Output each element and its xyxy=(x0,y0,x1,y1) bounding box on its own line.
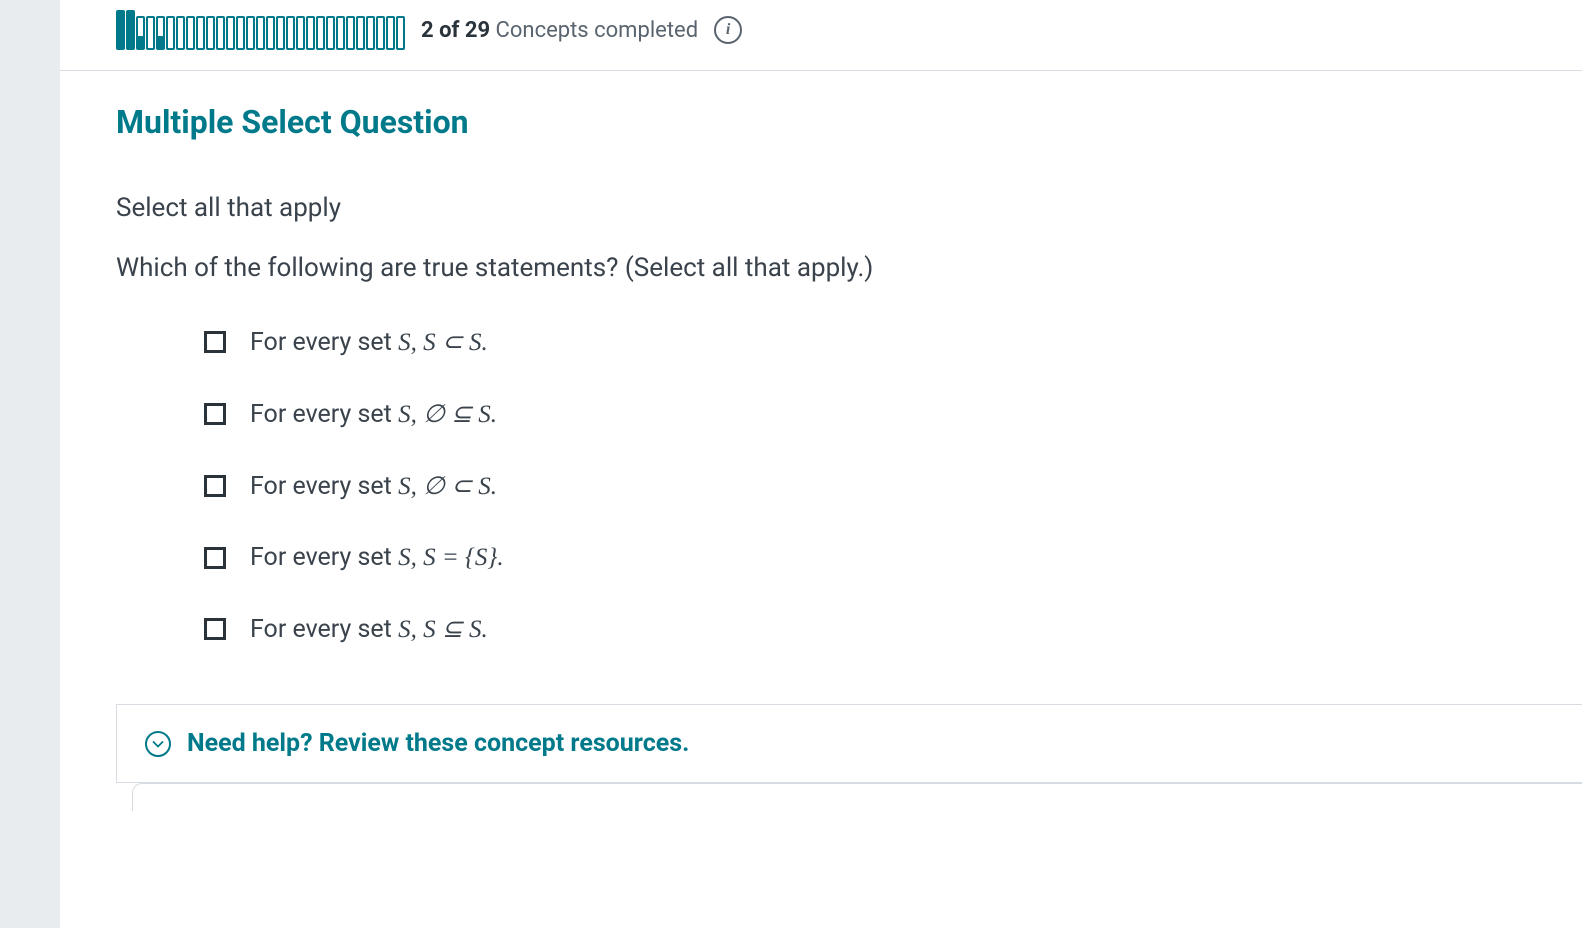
option-text: For every set S, ∅ ⊂ S. xyxy=(250,471,497,501)
question-type-heading: Multiple Select Question xyxy=(116,103,1526,141)
option-math: S, ∅ ⊂ S. xyxy=(398,473,497,500)
option-prefix: For every set xyxy=(250,543,398,572)
option-row[interactable]: For every set S, S = {S}. xyxy=(204,543,1526,572)
progress-segment xyxy=(246,16,255,50)
progress-segment xyxy=(326,16,335,50)
option-prefix: For every set xyxy=(250,472,398,501)
question-prompt: Which of the following are true statemen… xyxy=(116,253,1526,283)
option-row[interactable]: For every set S, S ⊆ S. xyxy=(204,614,1526,644)
progress-segment xyxy=(366,16,375,50)
progress-suffix: Concepts completed xyxy=(490,18,698,43)
option-checkbox[interactable] xyxy=(204,547,226,569)
progress-segment xyxy=(226,16,235,50)
progress-bar xyxy=(116,10,405,50)
info-icon[interactable]: i xyxy=(714,16,742,44)
help-panel[interactable]: Need help? Review these concept resource… xyxy=(116,704,1582,783)
option-row[interactable]: For every set S, ∅ ⊆ S. xyxy=(204,399,1526,429)
option-row[interactable]: For every set S, ∅ ⊂ S. xyxy=(204,471,1526,501)
page-container: 2 of 29 Concepts completed i Multiple Se… xyxy=(60,0,1582,928)
progress-segment xyxy=(356,16,365,50)
progress-segment xyxy=(126,10,135,50)
option-text: For every set S, S = {S}. xyxy=(250,543,504,572)
option-checkbox[interactable] xyxy=(204,475,226,497)
progress-segment xyxy=(296,16,305,50)
progress-count: 2 of 29 xyxy=(421,18,490,43)
progress-segment xyxy=(216,16,225,50)
option-prefix: For every set xyxy=(250,615,398,644)
progress-segment xyxy=(136,16,145,50)
option-text: For every set S, ∅ ⊆ S. xyxy=(250,399,497,429)
progress-text: 2 of 29 Concepts completed xyxy=(421,18,698,43)
progress-segment xyxy=(306,16,315,50)
option-checkbox[interactable] xyxy=(204,331,226,353)
progress-segment xyxy=(266,16,275,50)
progress-segment xyxy=(316,16,325,50)
option-text: For every set S, S ⊂ S. xyxy=(250,327,488,357)
progress-segment xyxy=(196,16,205,50)
option-prefix: For every set xyxy=(250,400,398,429)
progress-segment xyxy=(236,16,245,50)
progress-segment xyxy=(396,16,405,50)
progress-segment xyxy=(116,10,125,50)
progress-segment xyxy=(176,16,185,50)
question-area: Multiple Select Question Select all that… xyxy=(60,71,1582,644)
option-checkbox[interactable] xyxy=(204,403,226,425)
progress-segment xyxy=(166,16,175,50)
progress-segment xyxy=(376,16,385,50)
help-label: Need help? Review these concept resource… xyxy=(187,729,689,758)
progress-segment xyxy=(186,16,195,50)
progress-segment xyxy=(206,16,215,50)
option-text: For every set S, S ⊆ S. xyxy=(250,614,488,644)
progress-header: 2 of 29 Concepts completed i xyxy=(60,0,1582,70)
resource-sub-panel xyxy=(132,783,1582,811)
progress-segment xyxy=(386,16,395,50)
option-checkbox[interactable] xyxy=(204,618,226,640)
progress-segment xyxy=(286,16,295,50)
progress-segment xyxy=(146,16,155,50)
option-math: S, S ⊆ S. xyxy=(398,616,488,643)
progress-segment xyxy=(346,16,355,50)
option-math: S, ∅ ⊆ S. xyxy=(398,401,497,428)
progress-segment xyxy=(256,16,265,50)
question-instruction: Select all that apply xyxy=(116,193,1526,223)
options-list: For every set S, S ⊂ S.For every set S, … xyxy=(116,327,1526,644)
option-row[interactable]: For every set S, S ⊂ S. xyxy=(204,327,1526,357)
option-math: S, S = {S}. xyxy=(398,544,504,571)
option-prefix: For every set xyxy=(250,328,398,357)
option-math: S, S ⊂ S. xyxy=(398,329,488,356)
chevron-down-icon[interactable] xyxy=(145,731,171,757)
progress-segment xyxy=(156,16,165,50)
progress-segment xyxy=(336,16,345,50)
progress-segment xyxy=(276,16,285,50)
